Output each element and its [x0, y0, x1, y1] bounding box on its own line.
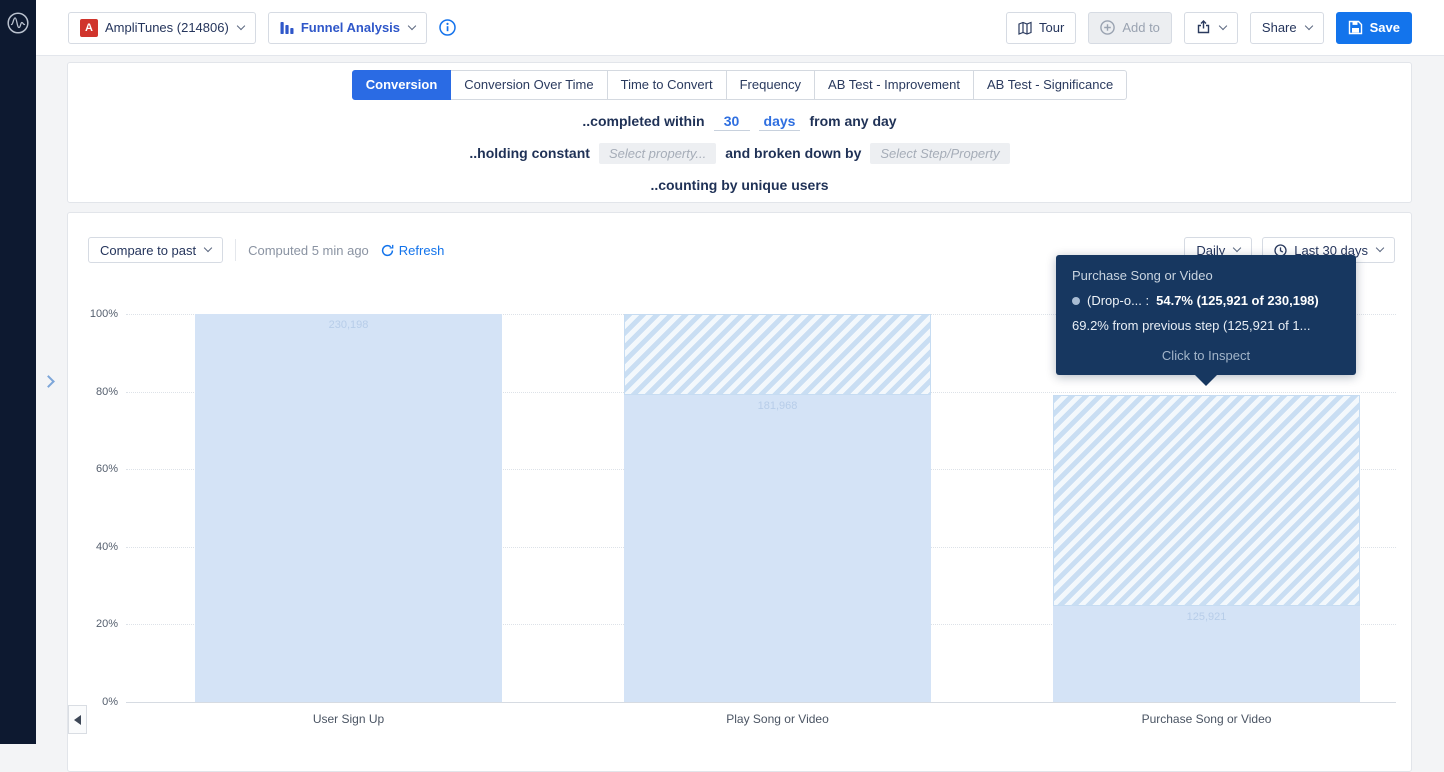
x-axis-label-play-song-or-video: Play Song or Video [726, 712, 829, 726]
share-label: Share [1262, 20, 1297, 35]
holding-constant-label: ..holding constant [469, 145, 590, 161]
chevron-down-icon [1219, 21, 1227, 29]
tab-ab-test-improvement[interactable]: AB Test - Improvement [814, 70, 974, 100]
y-axis-tick-label: 80% [96, 386, 118, 398]
refresh-link[interactable]: Refresh [381, 243, 445, 258]
counting-by-label: ..counting by unique users [650, 177, 828, 193]
analysis-type-label: Funnel Analysis [301, 20, 400, 35]
tooltip-step-title: Purchase Song or Video [1072, 268, 1340, 283]
view-tabs: ConversionConversion Over TimeTime to Co… [68, 70, 1411, 100]
refresh-icon [381, 244, 394, 257]
save-button[interactable]: Save [1336, 12, 1412, 44]
compare-to-past-label: Compare to past [100, 243, 196, 258]
tooltip-series-value: 54.7% (125,921 of 230,198) [1156, 293, 1319, 308]
y-axis-tick-label: 0% [102, 696, 118, 708]
export-share-icon [1196, 20, 1211, 35]
add-to-label: Add to [1122, 20, 1160, 35]
share-button[interactable]: Share [1250, 12, 1324, 44]
left-triangle-icon [74, 715, 81, 725]
x-axis-labels: User Sign Up Play Song or Video Purchase S… [68, 712, 1411, 728]
amplitude-logo-icon[interactable] [7, 12, 29, 34]
info-icon[interactable] [439, 19, 456, 36]
funnel-dropoff-segment-purchase-song-or-video[interactable] [1053, 395, 1360, 606]
broken-down-by-label: and broken down by [725, 145, 861, 161]
funnel-chart-card: Compare to past Computed 5 min ago Refre… [67, 212, 1412, 772]
funnel-definition-card: ConversionConversion Over TimeTime to Co… [67, 62, 1412, 203]
project-avatar: A [80, 19, 98, 37]
chevron-down-icon [1233, 244, 1241, 252]
funnel-chart-icon [280, 21, 294, 35]
counting-by-row: ..counting by unique users [68, 174, 1411, 196]
chevron-down-icon [408, 21, 416, 29]
window-value-input[interactable]: 30 [714, 112, 750, 131]
chart-tooltip[interactable]: Purchase Song or Video (Drop-o... : 54.7… [1056, 255, 1356, 375]
tab-conversion[interactable]: Conversion [352, 70, 452, 100]
conversion-window-row: ..completed within 30 days from any day [68, 110, 1411, 132]
save-floppy-icon [1348, 20, 1363, 35]
analysis-type-selector[interactable]: Funnel Analysis [268, 12, 427, 44]
top-header: A AmpliTunes (214806) Funnel Analysis [36, 0, 1444, 56]
tooltip-series-label: (Drop-o... : [1087, 293, 1149, 308]
x-axis-label-purchase-song-or-video: Purchase Song or Video [1142, 712, 1272, 726]
sidebar-expand-chevron-icon[interactable] [42, 375, 55, 388]
scroll-left-button[interactable] [68, 705, 87, 734]
tooltip-series-line: (Drop-o... : 54.7% (125,921 of 230,198) [1072, 293, 1340, 308]
refresh-label: Refresh [399, 243, 445, 258]
project-selector[interactable]: A AmpliTunes (214806) [68, 12, 256, 44]
chevron-down-icon [1304, 21, 1312, 29]
series-dot-icon [1072, 297, 1080, 305]
tour-button[interactable]: Tour [1006, 12, 1076, 44]
y-axis-tick-label: 100% [90, 308, 118, 320]
completed-within-label: ..completed within [582, 113, 704, 129]
tab-ab-test-significance[interactable]: AB Test - Significance [973, 70, 1127, 100]
export-button[interactable] [1184, 12, 1238, 44]
x-axis-label-user-sign-up: User Sign Up [313, 712, 384, 726]
computed-timestamp: Computed 5 min ago [248, 243, 369, 258]
divider [235, 239, 236, 261]
left-sidebar [0, 0, 36, 744]
tab-time-to-convert[interactable]: Time to Convert [607, 70, 727, 100]
select-step-property-field[interactable]: Select Step/Property [870, 143, 1009, 164]
chevron-down-icon [237, 21, 245, 29]
y-axis-tick-label: 20% [96, 618, 118, 630]
tooltip-click-to-inspect[interactable]: Click to Inspect [1072, 348, 1340, 363]
tooltip-arrow [1195, 375, 1217, 386]
save-label: Save [1370, 20, 1400, 35]
funnel-bar-purchase-song-or-video[interactable] [1053, 606, 1360, 702]
compare-to-past-selector[interactable]: Compare to past [88, 237, 223, 263]
plus-circle-icon [1100, 20, 1115, 35]
project-label: AmpliTunes (214806) [105, 20, 229, 35]
y-axis: 100%80%60%40%20%0% [68, 314, 118, 702]
chevron-down-icon [1376, 244, 1384, 252]
map-tour-icon [1018, 21, 1032, 35]
select-property-field[interactable]: Select property... [599, 143, 716, 164]
gridline [126, 702, 1396, 703]
tour-label: Tour [1039, 20, 1064, 35]
y-axis-tick-label: 60% [96, 463, 118, 475]
chevron-down-icon [204, 244, 212, 252]
tab-frequency[interactable]: Frequency [726, 70, 815, 100]
y-axis-tick-label: 40% [96, 541, 118, 553]
funnel-dropoff-segment-play-song-or-video[interactable] [624, 314, 931, 395]
funnel-bar-user-sign-up[interactable] [195, 314, 502, 702]
header-actions: Tour Add to Share [1006, 12, 1412, 44]
funnel-bar-play-song-or-video[interactable] [624, 395, 931, 702]
from-any-day-label: from any day [809, 113, 896, 129]
holding-breakdown-row: ..holding constant Select property... an… [68, 142, 1411, 164]
add-to-button[interactable]: Add to [1088, 12, 1172, 44]
window-unit-selector[interactable]: days [759, 112, 801, 131]
tab-conversion-over-time[interactable]: Conversion Over Time [450, 70, 607, 100]
tooltip-detail-text: 69.2% from previous step (125,921 of 1..… [1072, 318, 1340, 333]
